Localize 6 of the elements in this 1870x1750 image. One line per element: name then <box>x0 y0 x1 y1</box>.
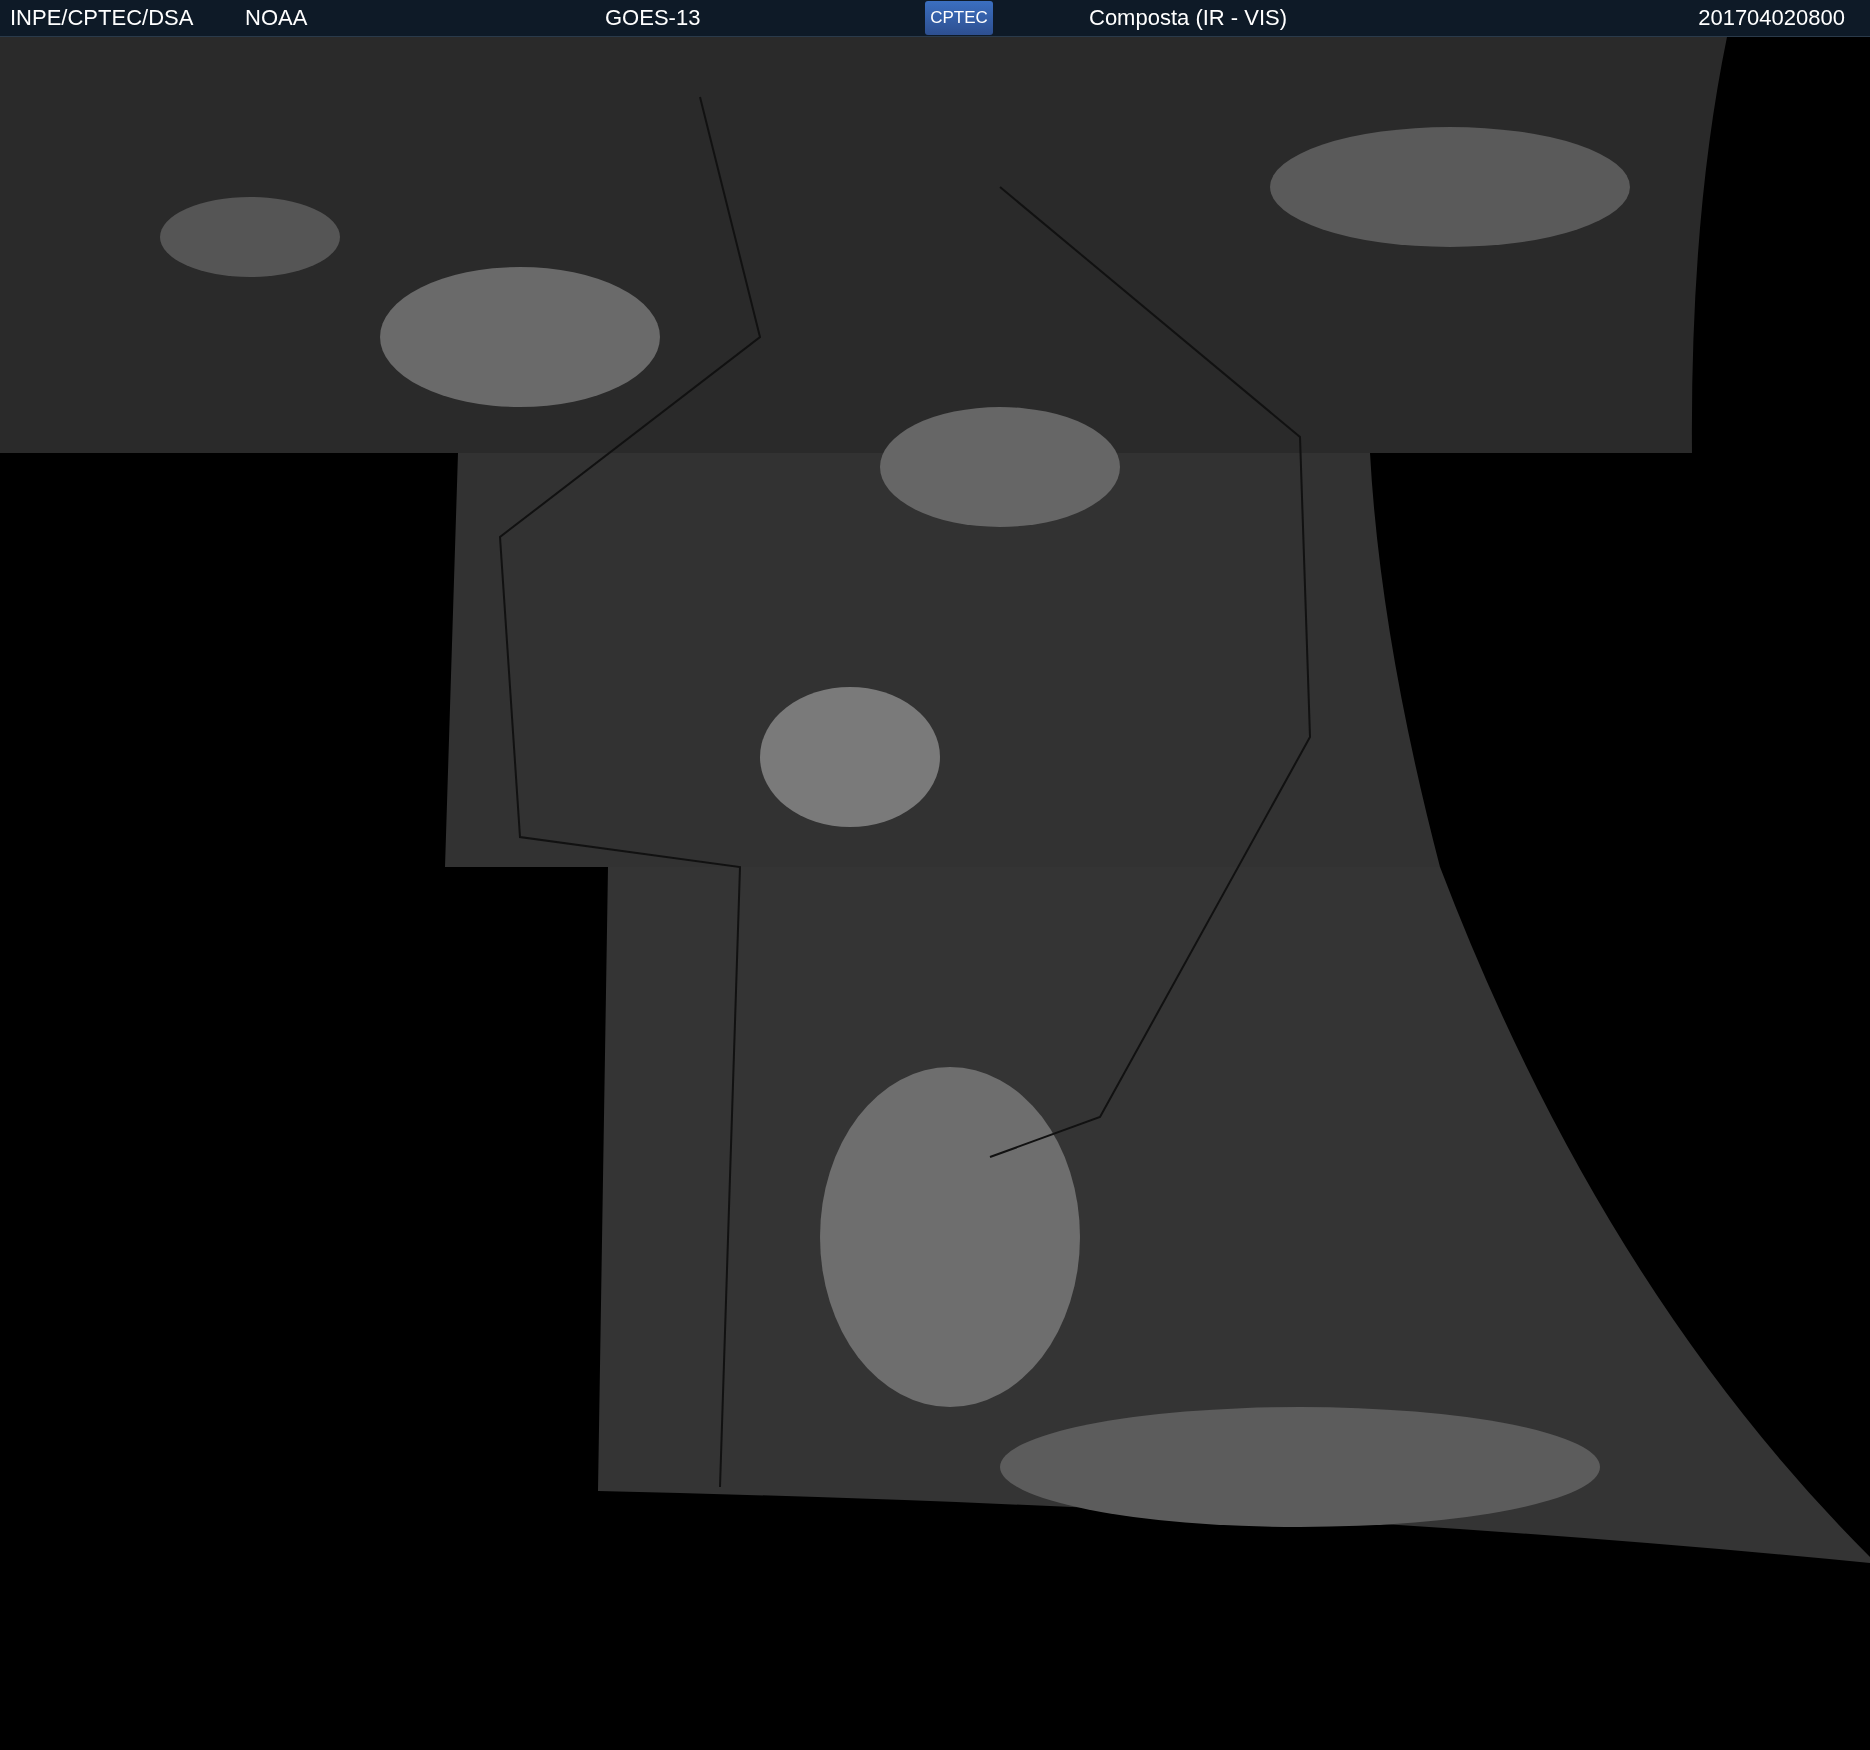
satellite-label: GOES-13 <box>605 5 702 31</box>
logo: CPTEC <box>925 1 993 35</box>
source-label: NOAA <box>245 5 309 31</box>
product-label: Composta (IR - VIS) <box>1088 5 1289 31</box>
timestamp-label: 201704020800 <box>1698 5 1845 31</box>
agency-label: INPE/CPTEC/DSA <box>10 5 195 31</box>
